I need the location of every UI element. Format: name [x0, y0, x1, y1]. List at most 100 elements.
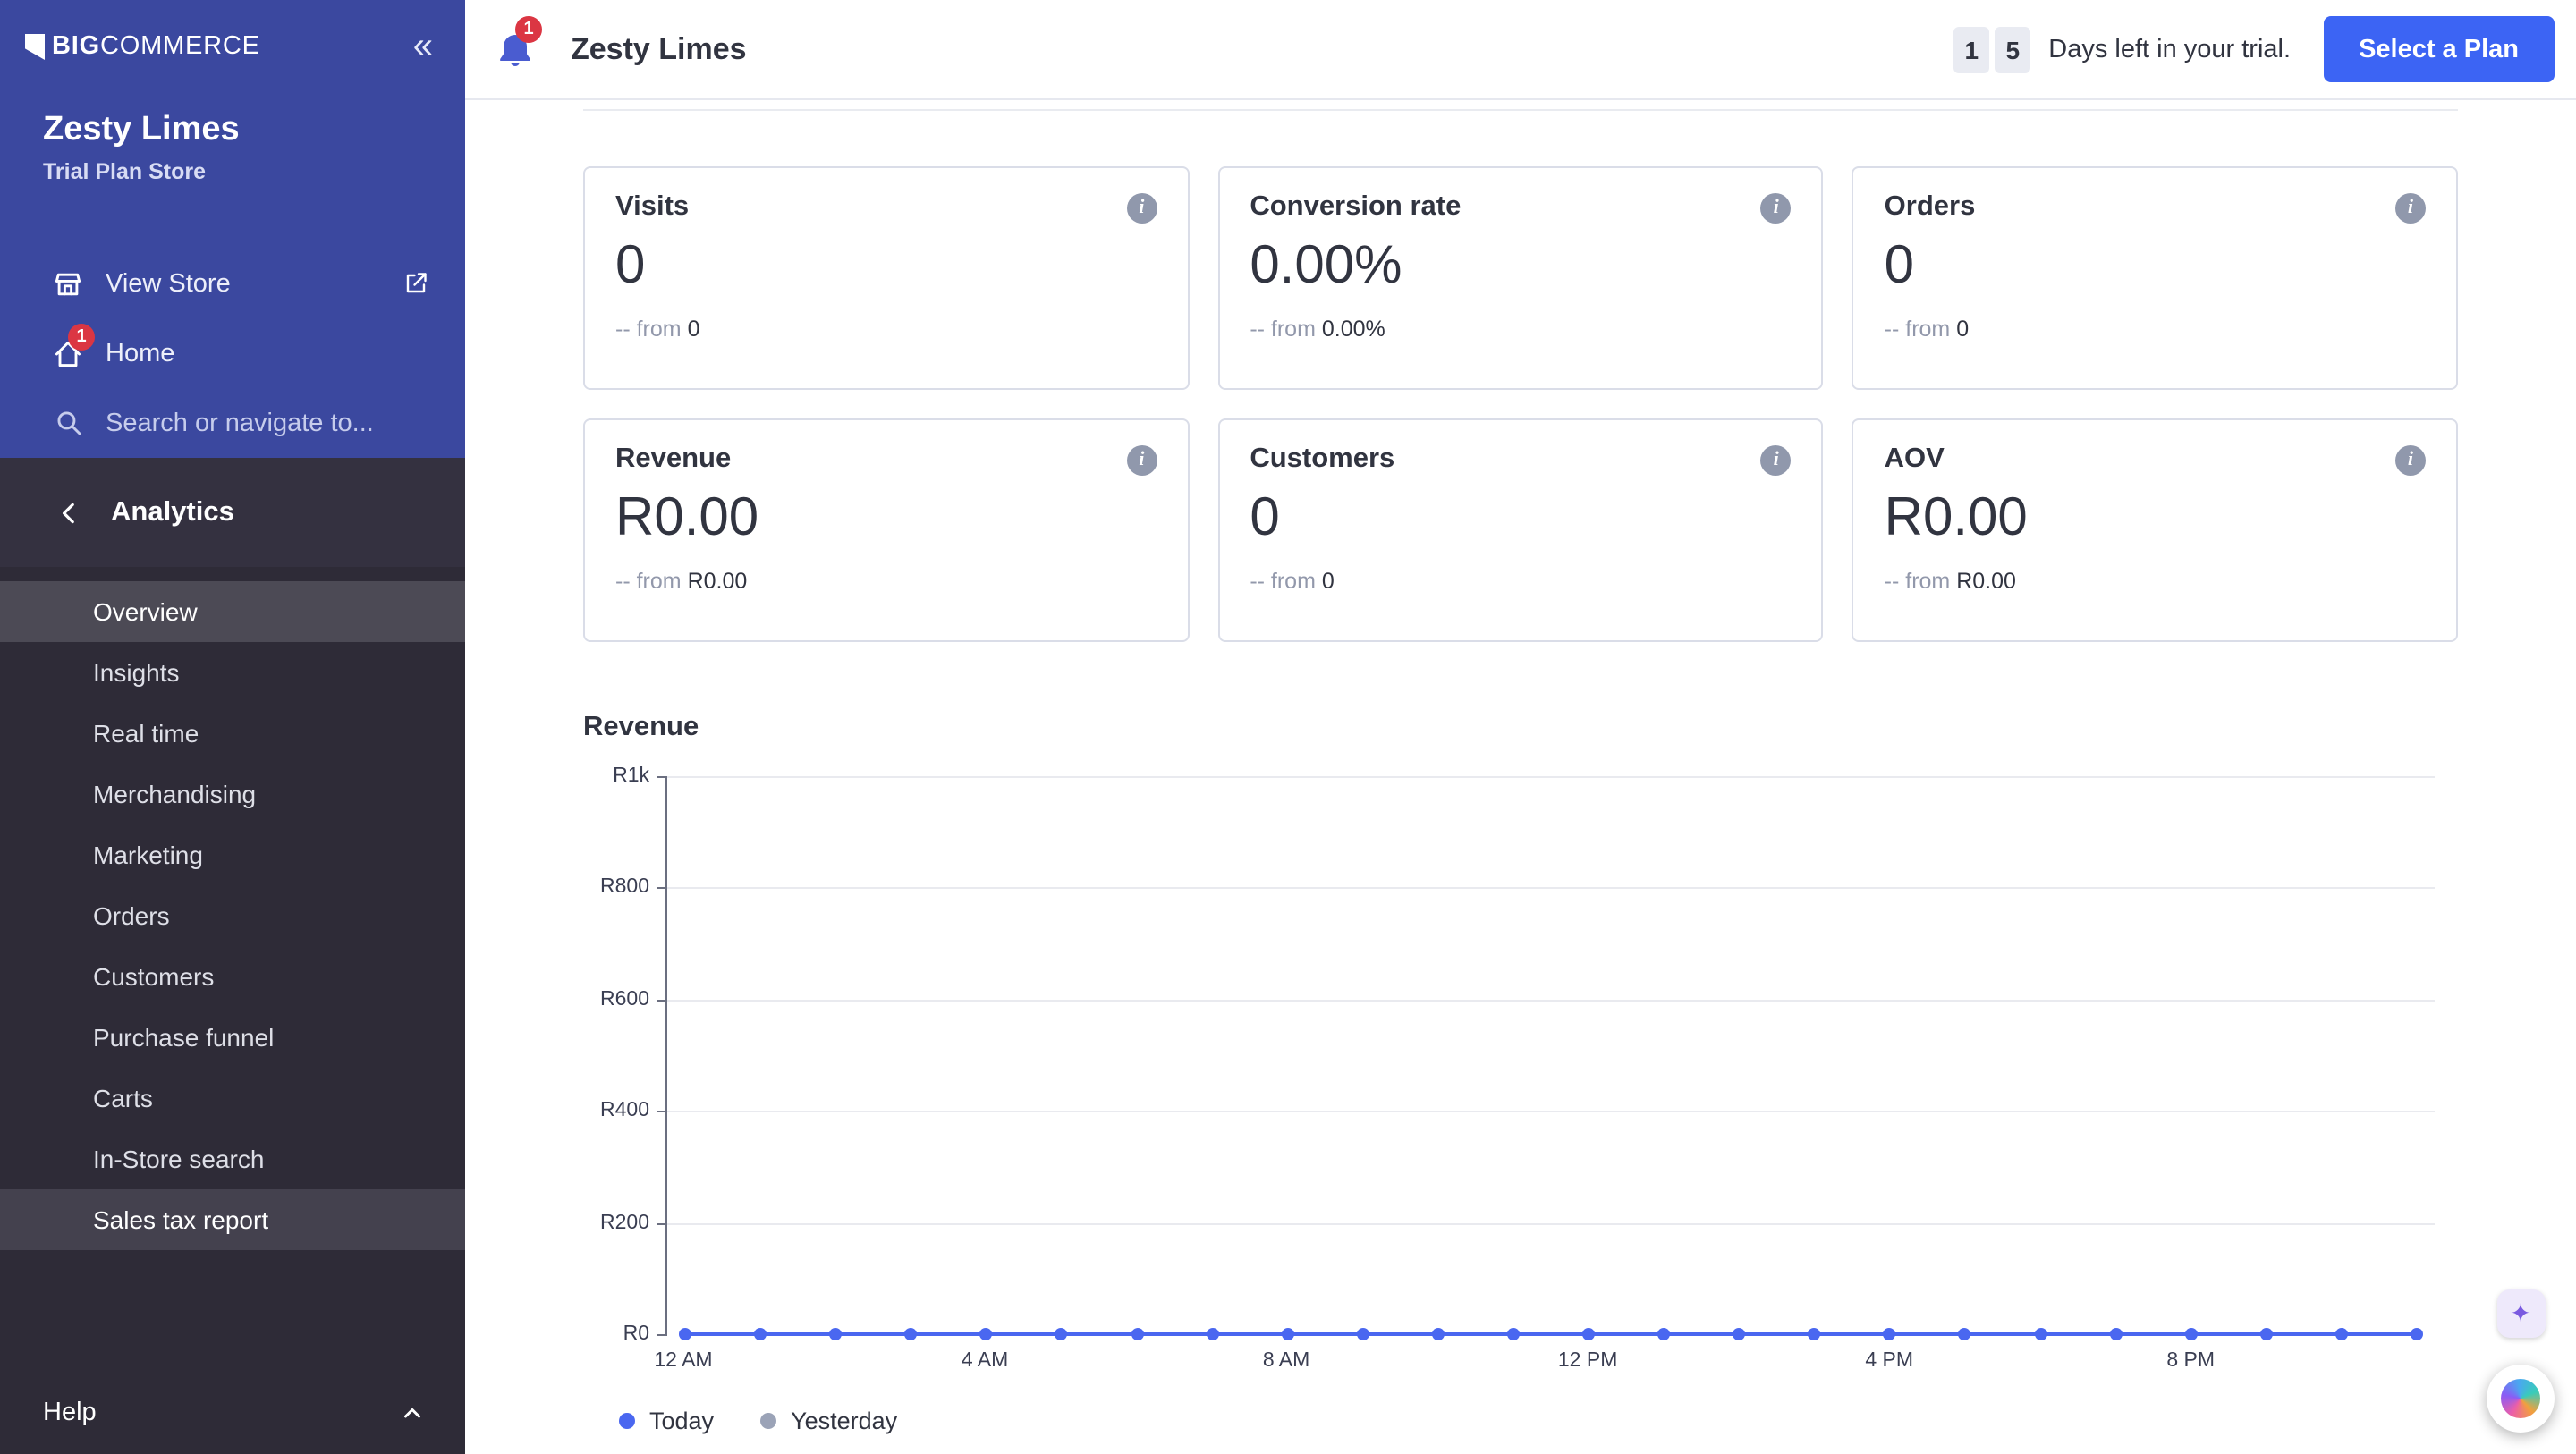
content-top-divider: [583, 109, 2458, 111]
chart-y-axis: R1k R800 R600 R400 R200 R0: [583, 765, 665, 1345]
notifications-bell-icon[interactable]: 1: [494, 16, 542, 73]
bigcommerce-logo: BIGCOMMERCE: [25, 32, 413, 61]
info-icon[interactable]: i: [1126, 192, 1157, 223]
stat-value: 0: [1250, 488, 1280, 547]
bigcommerce-logo-mark: [25, 33, 45, 60]
stats-grid: Visits i 0 -- from 0 Conversion rate i 0…: [583, 166, 2458, 642]
info-icon[interactable]: i: [1760, 444, 1792, 475]
ai-assistant-button[interactable]: [2487, 1365, 2555, 1433]
trial-countdown: 1 5 Days left in your trial.: [1953, 26, 2291, 72]
legend-label: Today: [649, 1408, 715, 1434]
y-axis-tick: [657, 776, 667, 778]
x-tick-label: 12 AM: [654, 1350, 713, 1372]
sidebar-item-label: Purchase funnel: [93, 1023, 275, 1052]
sidebar-collapse-button[interactable]: «: [413, 29, 433, 64]
legend-dot: [760, 1413, 777, 1429]
sidebar-item-orders[interactable]: Orders: [0, 885, 465, 946]
gridline: [667, 999, 2435, 1002]
stat-title: Visits: [615, 191, 690, 222]
sidebar-item-label: Overview: [93, 597, 198, 626]
info-icon[interactable]: i: [1126, 444, 1157, 475]
sidebar-item-label: Merchandising: [93, 780, 257, 808]
info-icon[interactable]: i: [2394, 192, 2426, 223]
media-assistant-button[interactable]: ✦: [2496, 1289, 2545, 1338]
y-tick-label: R200: [600, 1212, 649, 1234]
data-point: [979, 1328, 993, 1340]
chevron-up-icon: [394, 1395, 429, 1431]
select-a-plan-button[interactable]: Select a Plan: [2323, 16, 2555, 82]
y-tick-label: R1k: [613, 765, 649, 787]
store-plan-label: Trial Plan Store: [43, 159, 207, 184]
sidebar-item-in-store-search[interactable]: In-Store search: [0, 1129, 465, 1189]
data-point: [1733, 1328, 1746, 1340]
stat-delta: -- from R0.00: [615, 569, 1157, 594]
sidebar-item-marketing[interactable]: Marketing: [0, 824, 465, 885]
y-tick-label: R800: [600, 876, 649, 899]
app-window: BIGCOMMERCE « Zesty Limes Trial Plan Sto…: [0, 0, 2576, 1454]
stat-card-conversion-rate: Conversion rate i 0.00% -- from 0.00%: [1217, 166, 1824, 390]
collapse-icon: «: [412, 27, 433, 66]
legend-item-today[interactable]: Today: [619, 1408, 714, 1434]
back-chevron-icon[interactable]: [52, 495, 88, 530]
y-tick-label: R0: [623, 1323, 649, 1345]
stat-card-revenue: Revenue i R0.00 -- from R0.00: [583, 418, 1190, 642]
x-tick-label: 8 AM: [1262, 1350, 1310, 1372]
chart-x-axis: 12 AM 4 AM 8 AM 12 PM 4 PM 8 PM: [654, 1350, 2435, 1377]
sidebar-item-label: Insights: [93, 658, 180, 687]
data-point: [2109, 1328, 2123, 1340]
sidebar-menu: Overview Insights Real time Merchandisin…: [0, 567, 465, 1250]
sidebar-item-home[interactable]: 1 Home: [0, 318, 465, 388]
trial-days-digit-1: 1: [1953, 26, 1990, 72]
sidebar-item-label: Customers: [93, 962, 215, 991]
data-point: [1883, 1328, 1896, 1340]
sidebar-item-overview[interactable]: Overview: [0, 581, 465, 642]
x-tick-label: 12 PM: [1557, 1350, 1618, 1372]
data-point: [754, 1328, 767, 1340]
sidebar-item-purchase-funnel[interactable]: Purchase funnel: [0, 1007, 465, 1068]
y-axis-tick: [657, 1111, 667, 1113]
info-icon[interactable]: i: [1760, 192, 1792, 223]
help-button[interactable]: Help: [0, 1372, 465, 1454]
sidebar-item-label: Real time: [93, 719, 199, 748]
y-axis-tick: [657, 1222, 667, 1225]
stat-title: Conversion rate: [1250, 191, 1462, 222]
trial-days-digit-2: 5: [1995, 26, 2031, 72]
stat-card-orders: Orders i 0 -- from 0: [1852, 166, 2458, 390]
revenue-chart-section: Revenue R1k R800 R600 R400 R200 R0 12 AM 4 AM 8…: [583, 712, 2458, 1434]
chart-x-axis-inner: 12 AM 4 AM 8 AM 12 PM 4 PM 8 PM: [654, 1350, 2417, 1377]
analytics-section-header: Analytics: [0, 458, 465, 567]
stat-delta-value: 0: [1321, 569, 1335, 594]
sidebar-item-label: Orders: [93, 901, 170, 930]
sidebar-item-real-time[interactable]: Real time: [0, 703, 465, 764]
sidebar-item-insights[interactable]: Insights: [0, 642, 465, 703]
sidebar-item-carts[interactable]: Carts: [0, 1068, 465, 1129]
bell-notification-badge: 1: [515, 16, 542, 43]
info-icon[interactable]: i: [2394, 444, 2426, 475]
sidebar-item-view-store[interactable]: View Store: [0, 249, 465, 318]
stat-title: Customers: [1250, 444, 1395, 474]
data-point: [2411, 1328, 2423, 1340]
data-point: [2334, 1328, 2348, 1340]
data-point: [1131, 1328, 1144, 1340]
top-header: 1 Zesty Limes 1 5 Days left in your tria…: [465, 0, 2576, 100]
home-label: Home: [106, 339, 175, 368]
sparkle-icon: ✦: [2510, 1298, 2531, 1327]
x-tick-label: 4 PM: [1865, 1350, 1913, 1372]
sidebar-item-label: Carts: [93, 1084, 153, 1112]
y-axis-tick: [657, 999, 667, 1002]
sidebar-item-sales-tax-report[interactable]: Sales tax report: [0, 1189, 465, 1250]
legend-item-yesterday[interactable]: Yesterday: [760, 1408, 897, 1434]
sidebar-item-customers[interactable]: Customers: [0, 946, 465, 1007]
section-title: Analytics: [111, 496, 234, 527]
sidebar-search[interactable]: Search or navigate to...: [0, 388, 465, 458]
logo-text-commerce: COMMERCE: [99, 32, 260, 61]
stat-delta-value: 0.00%: [1321, 317, 1385, 342]
floating-buttons: ✦: [2487, 1289, 2555, 1433]
stat-value: 0: [1884, 236, 1915, 295]
data-point: [1356, 1328, 1369, 1340]
stat-delta-prefix: -- from: [615, 569, 688, 594]
stat-value: R0.00: [615, 488, 759, 547]
store-icon: [50, 266, 86, 301]
logo-row: BIGCOMMERCE «: [0, 0, 465, 93]
sidebar-item-merchandising[interactable]: Merchandising: [0, 764, 465, 824]
